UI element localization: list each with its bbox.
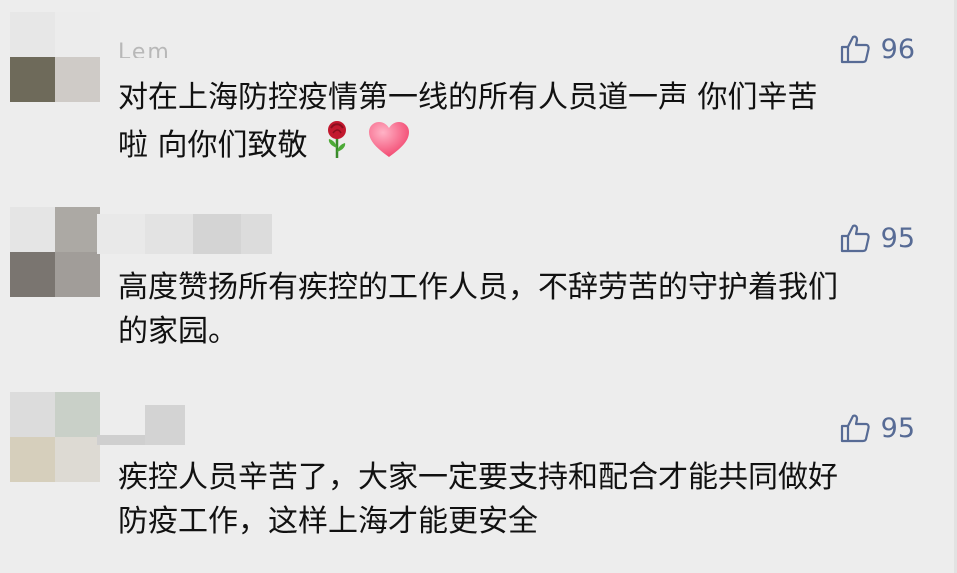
like-count: 96	[880, 33, 915, 65]
comment-line-text: 啦 向你们致敬	[118, 128, 308, 163]
avatar[interactable]	[10, 392, 100, 482]
nickname[interactable]	[97, 405, 187, 447]
comment-line: 高度赞扬所有疾控的工作人员，不辞劳苦的守护着我们	[118, 270, 838, 305]
comment-text: 疾控人员辛苦了，大家一定要支持和配合才能共同做好 防疫工作，这样上海才能更安全	[118, 456, 918, 544]
heart-emoji	[367, 120, 411, 173]
thumbs-up-icon	[840, 224, 870, 253]
like-button[interactable]: 95	[839, 222, 915, 254]
thumbs-up-icon	[840, 35, 870, 64]
nickname[interactable]: Lem	[118, 40, 171, 58]
like-count: 95	[880, 412, 915, 444]
comment-line: 的家园。	[118, 314, 238, 349]
comment-line: 疾控人员辛苦了，大家一定要支持和配合才能共同做好	[118, 460, 838, 495]
comment-text: 对在上海防控疫情第一线的所有人员道一声 你们辛苦 啦 向你们致敬	[118, 76, 918, 173]
comment-text: 高度赞扬所有疾控的工作人员，不辞劳苦的守护着我们 的家园。	[118, 266, 918, 354]
nickname[interactable]	[97, 214, 272, 256]
thumbs-up-icon	[840, 414, 870, 443]
avatar[interactable]	[10, 207, 100, 297]
avatar[interactable]	[10, 12, 100, 102]
comment-line: 对在上海防控疫情第一线的所有人员道一声 你们辛苦	[118, 80, 818, 115]
comment-line: 啦 向你们致敬	[118, 120, 918, 173]
comments-screen: { "comments": [ { "nickname": "Lem", "li…	[0, 0, 957, 573]
like-button[interactable]: 95	[839, 412, 915, 444]
rose-emoji	[323, 120, 351, 173]
like-count: 95	[880, 222, 915, 254]
comment-line: 防疫工作，这样上海才能更安全	[118, 504, 538, 539]
like-button[interactable]: 96	[839, 33, 915, 65]
